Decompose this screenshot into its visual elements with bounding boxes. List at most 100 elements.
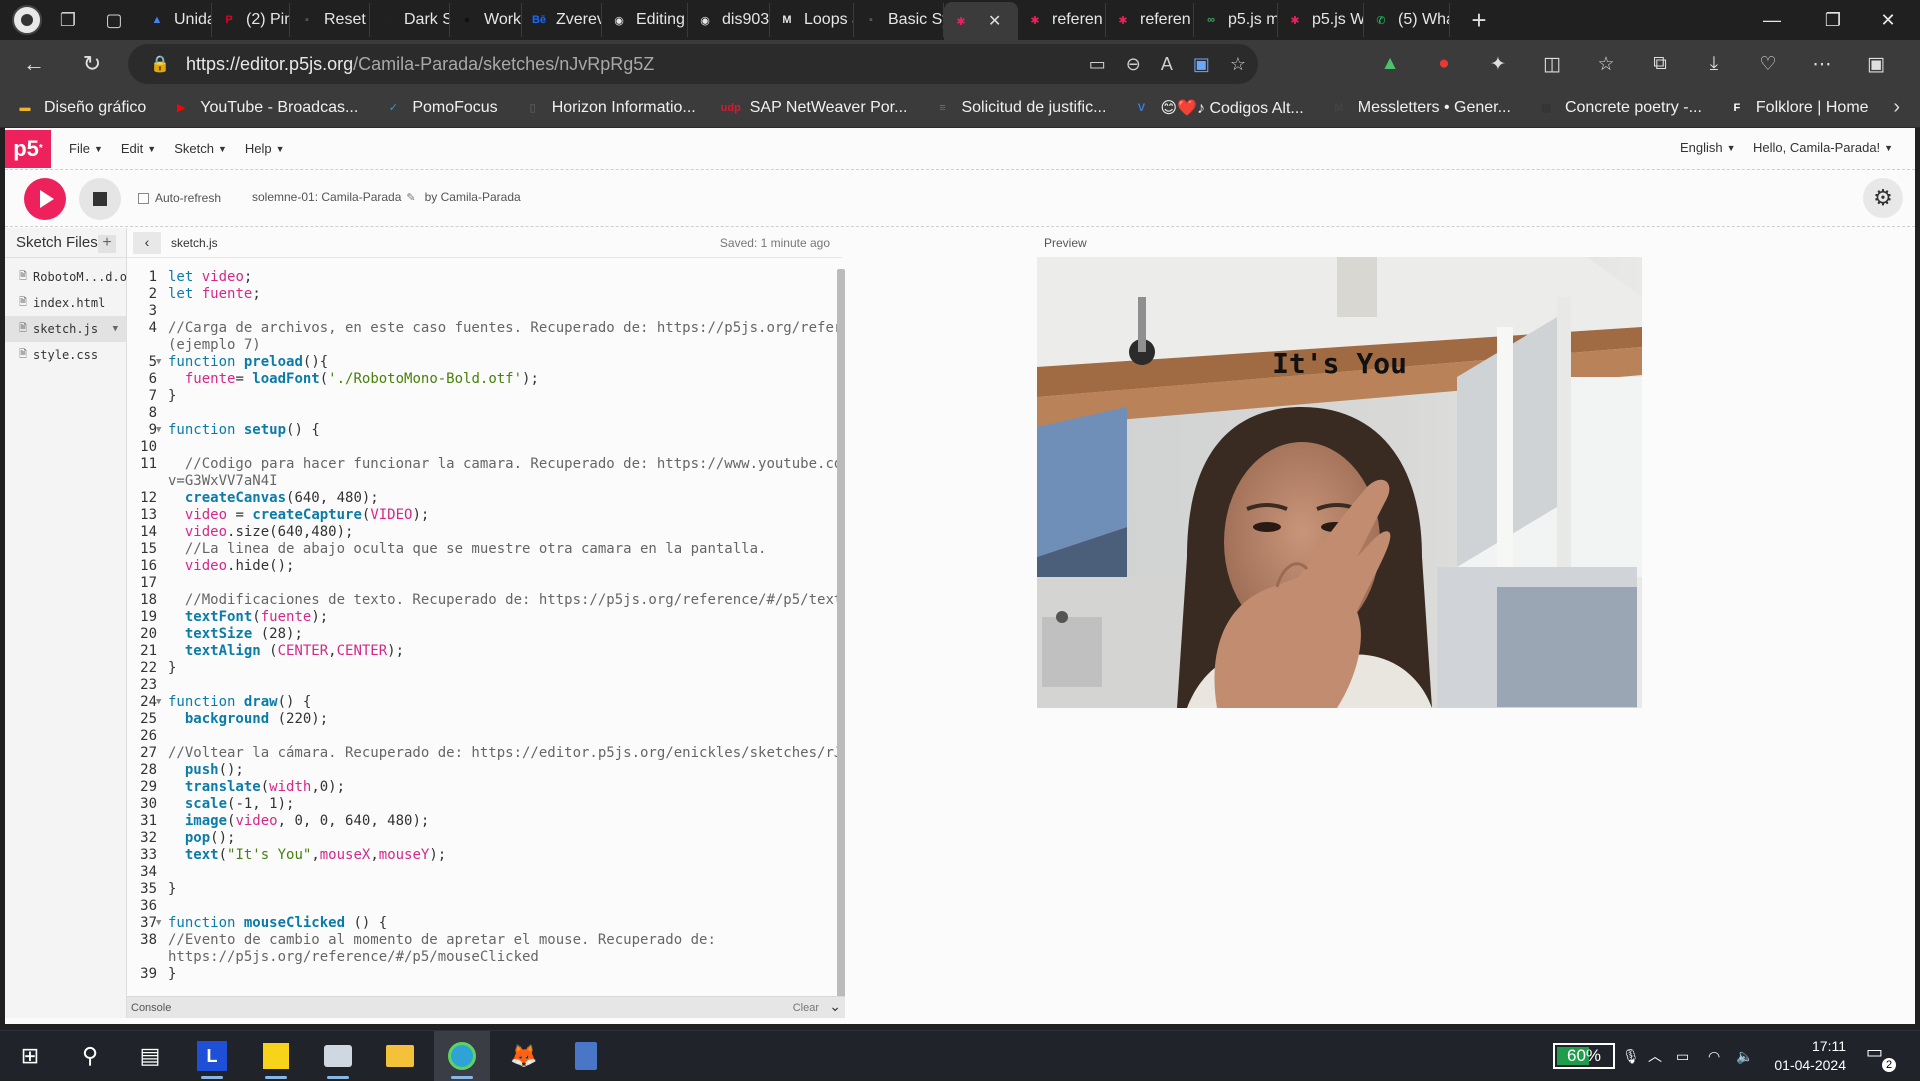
console-clear-button[interactable]: Clear	[793, 1002, 819, 1014]
back-icon[interactable]: ←	[12, 44, 56, 84]
code-editor[interactable]: 1 let video; 2 let fuente; 3 4 //Carga de arch…	[127, 259, 837, 997]
browser-tab[interactable]: ✆ (5) Wha	[1364, 3, 1450, 37]
more-menu-icon[interactable]: ⋯	[1802, 44, 1842, 84]
browser-tab[interactable]: M Loops a	[770, 3, 854, 37]
favorites-icon[interactable]: ☆	[1586, 44, 1626, 84]
file-item[interactable]: 🗎 sketch.js ▼	[5, 316, 126, 342]
chevron-right-icon[interactable]: ›	[1893, 96, 1900, 119]
favorite-star-icon[interactable]: ☆	[1230, 54, 1246, 75]
browser-tab[interactable]: ◉ dis9034	[688, 3, 770, 37]
battery-indicator[interactable]: 60%	[1553, 1043, 1615, 1069]
task-view-icon[interactable]: ▤	[122, 1031, 178, 1081]
fold-toggle-icon[interactable]: ▼	[156, 422, 161, 439]
edge-browser-icon[interactable]	[434, 1031, 490, 1081]
browser-tab[interactable]: ▲ Unidad	[140, 3, 212, 37]
menu-file[interactable]: File ▼	[69, 141, 103, 156]
extension-red-icon[interactable]: ●	[1424, 44, 1464, 84]
vertical-tabs-icon[interactable]: ▢	[94, 0, 134, 40]
notifications-icon[interactable]: ▭ 2	[1866, 1042, 1896, 1072]
minimize-icon[interactable]: —	[1744, 0, 1800, 40]
extensions-icon[interactable]: ✦	[1478, 44, 1518, 84]
add-file-button[interactable]: +	[98, 235, 116, 253]
browser-tab[interactable]: ∞ p5.js m	[1194, 3, 1278, 37]
sticky-notes-icon[interactable]	[248, 1031, 304, 1081]
profile-avatar[interactable]	[12, 5, 42, 35]
bookmark-item[interactable]: V 😊❤️♪ Codigos Alt...	[1130, 98, 1304, 118]
browser-tab[interactable]: ◉ Editing	[602, 3, 688, 37]
p5-logo[interactable]: p5 *	[5, 129, 51, 168]
hd-icon[interactable]: ▣	[1193, 54, 1210, 75]
microphone-icon[interactable]: 🎙	[1622, 1031, 1640, 1081]
language-menu[interactable]: English ▼	[1680, 140, 1736, 155]
calculator-icon[interactable]	[558, 1031, 614, 1081]
browser-tab[interactable]: ▪ Dark Sid	[370, 3, 450, 37]
game-app-icon[interactable]: 🦊	[496, 1031, 552, 1081]
extension-image-icon[interactable]: ▲	[1370, 44, 1410, 84]
sketch-preview-canvas[interactable]: It's You	[1037, 257, 1642, 708]
clock[interactable]: 17:11 01-04-2024	[1762, 1037, 1846, 1075]
browser-tab[interactable]: ✱ ✕	[944, 2, 1018, 40]
battery-icon[interactable]: ▭	[1676, 1031, 1689, 1081]
refresh-icon[interactable]: ↻	[70, 44, 114, 84]
bookmark-item[interactable]: udp SAP NetWeaver Por...	[720, 99, 908, 117]
sketch-owner[interactable]: by Camila-Parada	[425, 190, 521, 204]
browser-tab[interactable]: ✱ referen	[1106, 3, 1194, 37]
play-button[interactable]	[24, 178, 66, 220]
chevron-up-icon[interactable]: ︿	[1648, 1031, 1662, 1081]
menu-help[interactable]: Help ▼	[245, 141, 285, 156]
menu-edit[interactable]: Edit ▼	[121, 141, 156, 156]
restore-icon[interactable]: ❐	[1805, 0, 1861, 40]
browser-tab[interactable]: ✱ referen	[1018, 3, 1106, 37]
menu-sketch[interactable]: Sketch ▼	[174, 141, 227, 156]
file-item[interactable]: 🗎 style.css	[5, 342, 126, 368]
user-menu[interactable]: Hello, Camila-Parada! ▼	[1753, 140, 1893, 155]
close-window-icon[interactable]: ✕	[1860, 0, 1916, 40]
new-tab-button[interactable]: +	[1462, 5, 1496, 36]
camera-icon[interactable]: ▭	[1089, 54, 1106, 75]
auto-refresh-checkbox[interactable]	[138, 192, 149, 204]
chevron-down-icon[interactable]: ⌄	[829, 998, 841, 1015]
split-screen-icon[interactable]: ◫	[1532, 44, 1572, 84]
sketch-title[interactable]: solemne-01: Camila-Parada	[252, 190, 401, 204]
performance-icon[interactable]: ♡	[1748, 44, 1788, 84]
file-item[interactable]: 🗎 index.html	[5, 290, 126, 316]
search-icon[interactable]: ⚲	[62, 1031, 118, 1081]
browser-tab[interactable]: ✱ p5.js W	[1278, 3, 1364, 37]
file-explorer-icon[interactable]	[372, 1031, 428, 1081]
browser-tab[interactable]: ▪ Basic Sy	[854, 3, 944, 37]
pencil-icon[interactable]: ✎	[406, 191, 415, 204]
bookmark-item[interactable]: ▶ YouTube - Broadcas...	[170, 99, 358, 117]
photos-app-icon[interactable]	[310, 1031, 366, 1081]
browser-tab[interactable]: P (2) Pint	[212, 3, 290, 37]
file-options-icon[interactable]: ▼	[113, 324, 118, 334]
downloads-icon[interactable]: ⤓	[1694, 44, 1734, 84]
bookmark-item[interactable]: M Messletters • Gener...	[1328, 99, 1511, 117]
l-app-icon[interactable]: L	[184, 1031, 240, 1081]
bookmark-item[interactable]: ▬ Diseño gráfico	[14, 99, 147, 117]
close-tab-icon[interactable]: ✕	[988, 11, 1001, 31]
stop-button[interactable]	[79, 178, 121, 220]
windows-start-icon[interactable]: ⊞	[2, 1031, 58, 1081]
wifi-icon[interactable]: ◠	[1708, 1031, 1720, 1081]
collapse-sidebar-button[interactable]: ‹	[133, 232, 161, 254]
settings-gear-icon[interactable]: ⚙	[1863, 178, 1903, 218]
browser-tab[interactable]: ▪ Reset M	[290, 3, 370, 37]
fold-toggle-icon[interactable]: ▼	[156, 694, 161, 711]
zoom-icon[interactable]: ⊖	[1126, 54, 1141, 75]
collections-icon[interactable]: ⧉	[1640, 44, 1680, 84]
auto-refresh-toggle[interactable]: Auto-refresh	[138, 191, 221, 205]
bookmark-item[interactable]: F Folklore | Home	[1726, 99, 1869, 117]
browser-tab[interactable]: ● Work -	[450, 3, 522, 37]
bookmark-item[interactable]: ≡ Solicitud de justific...	[931, 99, 1106, 117]
read-aloud-icon[interactable]: A	[1161, 54, 1173, 75]
fold-toggle-icon[interactable]: ▼	[156, 915, 161, 932]
url-field[interactable]: 🔒 https://editor.p5js.org/Camila-Parada/…	[128, 44, 1258, 84]
browser-tab[interactable]: Bē Zverev	[522, 3, 602, 37]
sidebar-toggle-icon[interactable]: ▣	[1856, 44, 1896, 84]
file-item[interactable]: 🗎 RobotoM...d.otf	[5, 264, 141, 290]
volume-icon[interactable]: 🔈	[1736, 1031, 1753, 1081]
editor-scrollbar[interactable]	[837, 269, 845, 1002]
bookmark-item[interactable]: ▦ Concrete poetry -...	[1535, 99, 1702, 117]
fold-toggle-icon[interactable]: ▼	[156, 354, 161, 371]
workspaces-icon[interactable]: ❐	[48, 0, 88, 40]
